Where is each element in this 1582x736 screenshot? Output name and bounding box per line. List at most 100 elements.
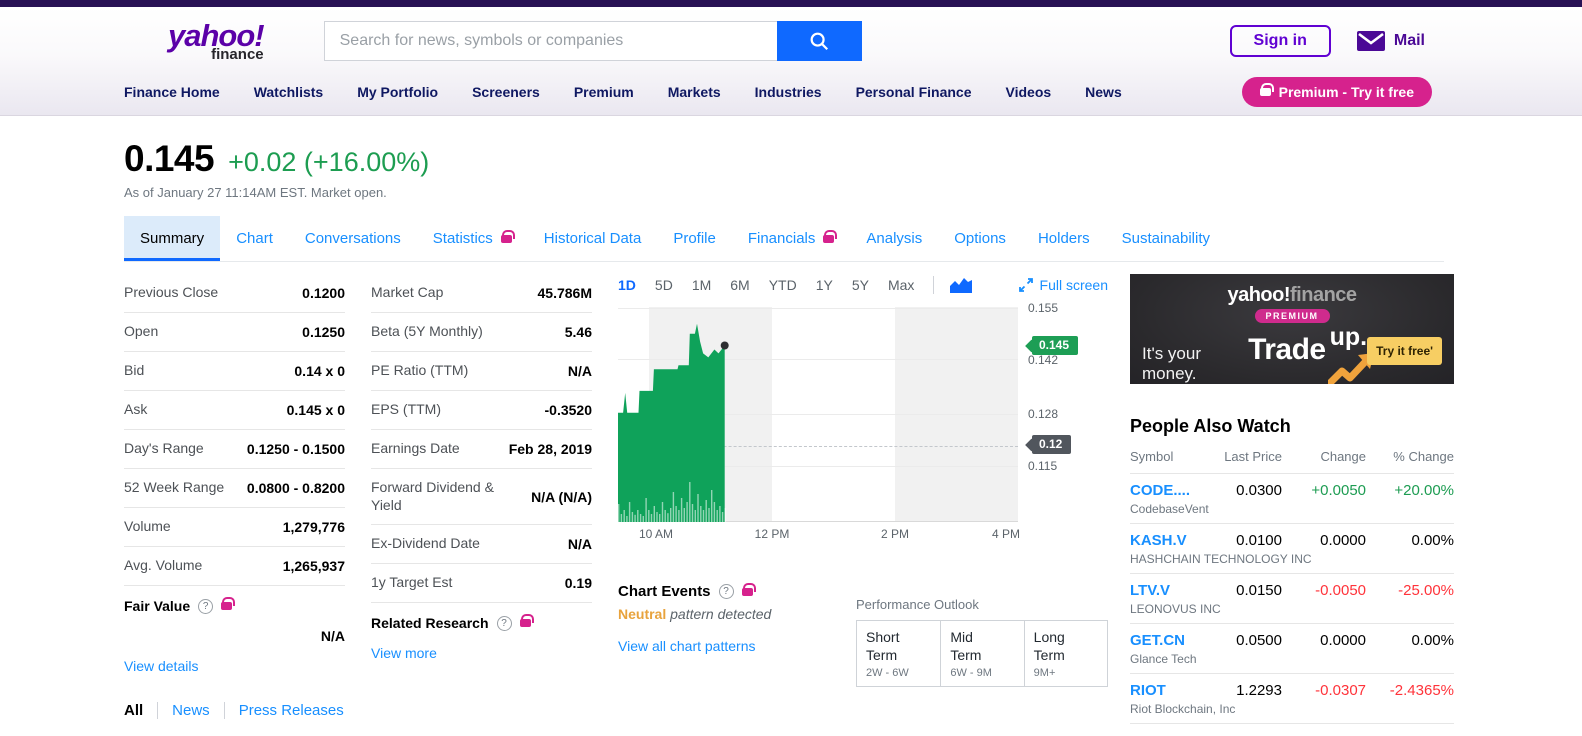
quote-label: Ask	[124, 401, 147, 419]
ad-brand: yahoo!finance	[1142, 284, 1442, 307]
volume-bar	[689, 482, 690, 522]
news-filter-news[interactable]: News	[172, 702, 210, 719]
tab-chart[interactable]: Chart	[220, 216, 289, 261]
lock-icon	[520, 619, 531, 627]
sign-in-button[interactable]: Sign in	[1230, 25, 1331, 57]
nav-item-news[interactable]: News	[1085, 84, 1122, 100]
volume-bar	[659, 514, 660, 522]
volume-bar	[624, 510, 625, 522]
nav-item-finance-home[interactable]: Finance Home	[124, 84, 220, 100]
watch-last-price: 0.0150	[1206, 582, 1282, 599]
watch-symbol-link[interactable]: CODE....	[1130, 482, 1206, 499]
nav-item-videos[interactable]: Videos	[1006, 84, 1052, 100]
watch-symbol-link[interactable]: KASH.V	[1130, 532, 1206, 549]
chart-type-button[interactable]	[950, 278, 972, 293]
timeframe-6m[interactable]: 6M	[730, 277, 749, 293]
tab-financials[interactable]: Financials	[732, 216, 851, 261]
news-filter-press-releases[interactable]: Press Releases	[239, 702, 344, 719]
view-details-link[interactable]: View details	[124, 658, 198, 674]
watch-row-kash-v: KASH.V0.01000.00000.00%HASHCHAIN TECHNOL…	[1130, 524, 1454, 574]
people-also-watch-title: People Also Watch	[1130, 416, 1454, 437]
quote-tabs: SummaryChartConversationsStatisticsHisto…	[124, 216, 1444, 262]
quote-label: Day's Range	[124, 440, 204, 458]
nav-item-watchlists[interactable]: Watchlists	[254, 84, 324, 100]
search-button[interactable]	[777, 21, 862, 61]
tab-sustainability[interactable]: Sustainability	[1106, 216, 1226, 261]
quote-header: 0.145 +0.02 (+16.00%) As of January 27 1…	[124, 138, 1444, 200]
premium-try-free-button[interactable]: Premium - Try it free	[1242, 77, 1432, 107]
price-row: 0.145 +0.02 (+16.00%)	[124, 138, 1444, 180]
mail-link[interactable]: Mail	[1357, 31, 1425, 51]
intraday-chart[interactable]: 0.155 0.142 0.128 0.115 0.145 0.12 10 AM…	[618, 307, 1086, 543]
help-icon[interactable]: ?	[198, 599, 213, 614]
volume-bar	[697, 494, 698, 522]
tab-analysis[interactable]: Analysis	[850, 216, 938, 261]
nav-item-my-portfolio[interactable]: My Portfolio	[357, 84, 438, 100]
watch-symbol-link[interactable]: GET.CN	[1130, 632, 1206, 649]
help-icon[interactable]: ?	[719, 584, 734, 599]
view-more-link[interactable]: View more	[371, 645, 437, 661]
price-area-svg	[618, 307, 1018, 522]
watch-company-name: Glance Tech	[1130, 652, 1454, 666]
watch-symbol-link[interactable]: LTV.V	[1130, 582, 1206, 599]
ad-try-it-free-button[interactable]: Try it free'	[1367, 337, 1442, 365]
volume-bar	[681, 498, 682, 522]
volume-bar	[665, 510, 666, 522]
premium-ad-banner[interactable]: yahoo!finance PREMIUM It's your money. T…	[1130, 274, 1454, 384]
timeframe-max[interactable]: Max	[888, 277, 914, 293]
quote-label: Previous Close	[124, 284, 218, 302]
full-screen-button[interactable]: Full screen	[1019, 277, 1108, 293]
nav-item-premium[interactable]: Premium	[574, 84, 634, 100]
paw-col-header-change: Change	[1282, 449, 1366, 464]
lock-icon	[221, 602, 232, 610]
tab-historical-data[interactable]: Historical Data	[528, 216, 658, 261]
watch-symbol-link[interactable]: RIOT	[1130, 682, 1206, 699]
tab-statistics[interactable]: Statistics	[417, 216, 528, 261]
nav-item-markets[interactable]: Markets	[668, 84, 721, 100]
search-input[interactable]	[324, 21, 777, 61]
nav-item-personal-finance[interactable]: Personal Finance	[856, 84, 972, 100]
quote-value: 0.19	[565, 575, 592, 591]
volume-bar	[717, 510, 718, 522]
paw-col-header-symbol: Symbol	[1130, 449, 1206, 464]
nav-item-screeners[interactable]: Screeners	[472, 84, 540, 100]
nav-item-industries[interactable]: Industries	[755, 84, 822, 100]
help-icon[interactable]: ?	[497, 616, 512, 631]
lock-icon	[742, 588, 753, 596]
volume-bar	[722, 512, 723, 522]
timeframe-1y[interactable]: 1Y	[816, 277, 833, 293]
timeframe-5y[interactable]: 5Y	[852, 277, 869, 293]
quote-row-day-s-range: Day's Range0.1250 - 0.1500	[124, 430, 345, 469]
watch-change: -0.0307	[1282, 682, 1366, 699]
timeframe-5d[interactable]: 5D	[655, 277, 673, 293]
volume-bar	[695, 510, 696, 522]
timeframe-ytd[interactable]: YTD	[769, 277, 797, 293]
ad-tagline: It's your money. Trade up. Try it free'	[1142, 333, 1442, 384]
filter-divider	[224, 702, 225, 719]
quote-row-beta-5y-monthly: Beta (5Y Monthly)5.46	[371, 313, 592, 352]
quote-label: Avg. Volume	[124, 557, 202, 575]
outlook-cell-short-term: Short Term2W - 6W	[857, 621, 940, 686]
news-filter-all[interactable]: All	[124, 702, 143, 719]
tab-options[interactable]: Options	[938, 216, 1022, 261]
quote-value: 45.786M	[538, 285, 592, 301]
yahoo-finance-logo[interactable]: yahoo! finance	[168, 20, 264, 62]
current-price: 0.145	[124, 138, 214, 180]
quote-row-eps-ttm: EPS (TTM)-0.3520	[371, 391, 592, 430]
quote-label: Market Cap	[371, 284, 443, 302]
quote-row-pe-ratio-ttm: PE Ratio (TTM)N/A	[371, 352, 592, 391]
quote-row-1y-target-est: 1y Target Est0.19	[371, 564, 592, 603]
tab-holders[interactable]: Holders	[1022, 216, 1106, 261]
volume-bar	[637, 510, 638, 522]
search-box	[324, 21, 862, 61]
quote-value: 0.1200	[302, 285, 345, 301]
tab-label: Sustainability	[1122, 230, 1210, 247]
view-all-chart-patterns-link[interactable]: View all chart patterns	[618, 638, 755, 654]
tab-conversations[interactable]: Conversations	[289, 216, 417, 261]
main-columns: Previous Close0.1200Open0.1250Bid0.14 x …	[124, 274, 1444, 724]
tab-profile[interactable]: Profile	[657, 216, 732, 261]
timeframe-1m[interactable]: 1M	[692, 277, 711, 293]
timeframe-1d[interactable]: 1D	[618, 277, 636, 293]
fair-value-label: Fair Value	[124, 598, 190, 614]
tab-summary[interactable]: Summary	[124, 216, 220, 261]
